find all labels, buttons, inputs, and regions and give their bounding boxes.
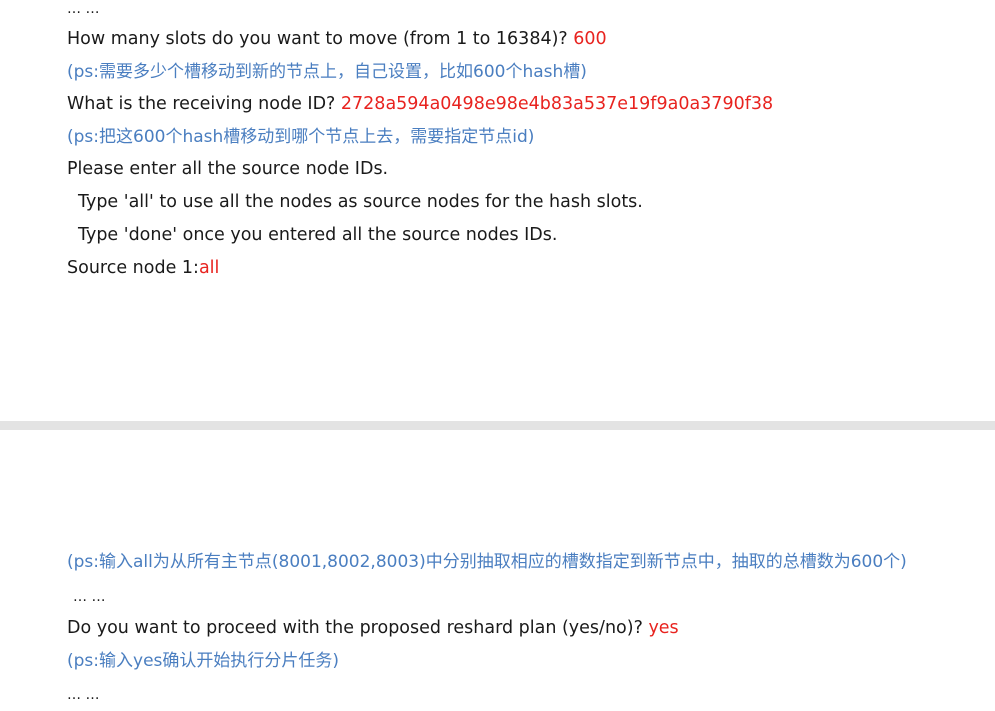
node-prompt: What is the receiving node ID? (67, 94, 341, 114)
page-separator (0, 421, 995, 430)
ellipsis-top: … … (67, 1, 100, 17)
proceed-prompt: Do you want to proceed with the proposed… (67, 618, 649, 638)
ellipsis-mid: … … (73, 589, 106, 605)
slots-prompt: How many slots do you want to move (from… (67, 29, 574, 49)
type-done-hint: Type 'done' once you entered all the sou… (78, 225, 558, 245)
all-note: (ps:输入all为从所有主节点(8001,8002,8003)中分别抽取相应的… (67, 552, 907, 572)
type-all-hint: Type 'all' to use all the nodes as sourc… (78, 192, 643, 212)
slots-question: How many slots do you want to move (from… (67, 28, 607, 50)
yes-note: (ps:输入yes确认开始执行分片任务) (67, 651, 340, 671)
proceed-answer: yes (648, 618, 679, 638)
node-question: What is the receiving node ID? 2728a594a… (67, 93, 773, 115)
slots-note: (ps:需要多少个槽移动到新的节点上，自己设置，比如600个hash槽) (67, 62, 587, 82)
source-node-answer: all (198, 258, 220, 278)
node-note: (ps:把这600个hash槽移动到哪个节点上去，需要指定节点id) (67, 127, 535, 147)
proceed-question: Do you want to proceed with the proposed… (67, 617, 679, 639)
slots-answer: 600 (573, 29, 607, 49)
source-ids-prompt: Please enter all the source node IDs. (67, 159, 389, 179)
source-node-prompt: Source node 1: (67, 258, 199, 278)
node-answer: 2728a594a0498e98e4b83a537e19f9a0a3790f38 (340, 94, 774, 114)
ellipsis-bottom: … … (67, 687, 100, 703)
source-node-line: Source node 1:all (67, 257, 219, 279)
